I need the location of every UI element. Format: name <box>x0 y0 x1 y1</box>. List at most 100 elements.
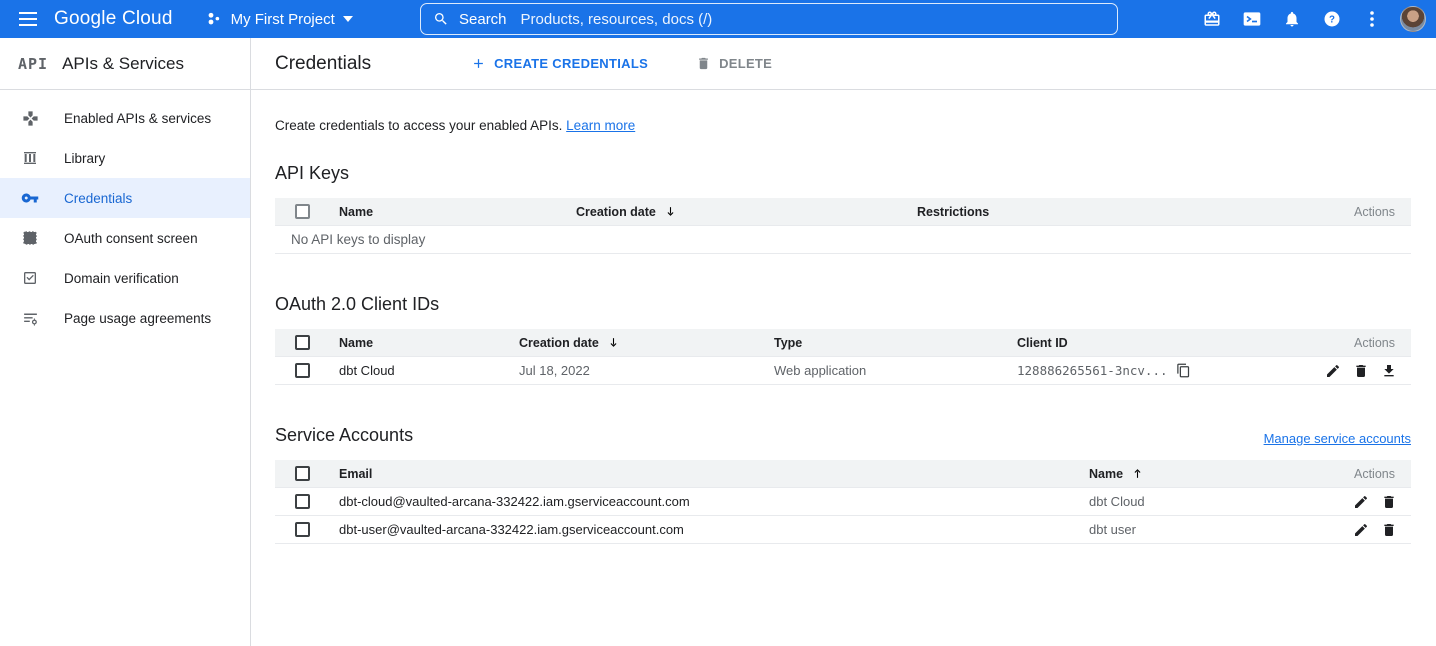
service-account-email[interactable]: dbt-cloud@vaulted-arcana-332422.iam.gser… <box>339 494 1089 509</box>
column-header-name[interactable]: Name <box>339 336 519 350</box>
row-checkbox[interactable] <box>295 522 310 537</box>
edit-icon[interactable] <box>1353 522 1369 538</box>
sidebar-item-label: Page usage agreements <box>64 311 211 326</box>
list-settings-icon <box>20 308 40 328</box>
page-header: Credentials CREATE CREDENTIALS DELETE <box>251 38 1436 90</box>
download-icon[interactable] <box>1381 363 1397 379</box>
svg-text:?: ? <box>1329 14 1335 25</box>
select-all-checkbox[interactable] <box>295 204 310 219</box>
oauth-client-id-cell: 128886265561-3ncv... <box>1017 363 1291 378</box>
intro-sentence: Create credentials to access your enable… <box>275 118 566 133</box>
more-options-icon[interactable] <box>1356 3 1388 35</box>
plus-icon <box>471 56 486 71</box>
api-logo-icon: API <box>18 55 48 73</box>
cloud-shell-icon[interactable] <box>1236 3 1268 35</box>
service-accounts-table: Email Name Actions dbt-cloud@vaulted-arc… <box>275 460 1411 544</box>
column-header-name[interactable]: Name <box>1089 467 1291 481</box>
search-label: Search <box>459 11 507 28</box>
check-box-icon <box>20 268 40 288</box>
chevron-down-icon <box>343 16 353 22</box>
sidebar-item-label: OAuth consent screen <box>64 231 198 246</box>
sidebar: API APIs & Services Enabled APIs & servi… <box>0 38 251 646</box>
service-account-name: dbt Cloud <box>1089 494 1291 509</box>
column-header-name[interactable]: Name <box>339 205 576 219</box>
page-title: Credentials <box>275 53 371 75</box>
copy-icon[interactable] <box>1176 363 1191 378</box>
sidebar-item-credentials[interactable]: Credentials <box>0 178 250 218</box>
row-checkbox[interactable] <box>295 363 310 378</box>
key-icon <box>20 188 40 208</box>
logo-text: Google Cloud <box>54 8 173 29</box>
sidebar-item-enabled-apis[interactable]: Enabled APIs & services <box>0 98 250 138</box>
gift-offers-icon[interactable] <box>1196 3 1228 35</box>
oauth-table: Name Creation date Type Client ID Action… <box>275 329 1411 385</box>
oauth-client-name[interactable]: dbt Cloud <box>339 363 519 378</box>
row-checkbox[interactable] <box>295 494 310 509</box>
service-account-row-actions <box>1291 522 1411 538</box>
oauth-table-row: dbt Cloud Jul 18, 2022 Web application 1… <box>275 357 1411 385</box>
delete-label: DELETE <box>719 56 772 71</box>
creation-date-label: Creation date <box>576 205 656 219</box>
column-header-restrictions[interactable]: Restrictions <box>917 205 1291 219</box>
name-label: Name <box>1089 467 1123 481</box>
google-cloud-logo[interactable]: Google Cloud <box>54 8 173 30</box>
column-header-actions: Actions <box>1291 205 1411 219</box>
search-icon <box>433 11 449 27</box>
select-all-checkbox[interactable] <box>295 335 310 350</box>
sidebar-item-label: Library <box>64 151 105 166</box>
oauth-type: Web application <box>774 363 1017 378</box>
service-account-row: dbt-user@vaulted-arcana-332422.iam.gserv… <box>275 516 1411 544</box>
api-keys-table-header: Name Creation date Restrictions Actions <box>275 198 1411 226</box>
sidebar-item-library[interactable]: Library <box>0 138 250 178</box>
sidebar-item-page-usage-agreements[interactable]: Page usage agreements <box>0 298 250 338</box>
delete-button[interactable]: DELETE <box>686 50 782 77</box>
oauth-row-actions <box>1291 363 1411 379</box>
user-avatar[interactable] <box>1400 6 1426 32</box>
sidebar-header: API APIs & Services <box>0 38 250 90</box>
service-accounts-section-title: Service Accounts <box>275 425 413 446</box>
edit-icon[interactable] <box>1325 363 1341 379</box>
search-input[interactable] <box>521 11 1105 28</box>
client-id-value: 128886265561-3ncv... <box>1017 363 1168 378</box>
create-credentials-button[interactable]: CREATE CREDENTIALS <box>461 50 658 77</box>
service-account-row-actions <box>1291 494 1411 510</box>
sort-descending-icon <box>607 336 620 349</box>
column-header-creation-date[interactable]: Creation date <box>576 205 917 219</box>
column-header-email[interactable]: Email <box>339 467 1089 481</box>
sidebar-item-label: Enabled APIs & services <box>64 111 211 126</box>
column-header-client-id[interactable]: Client ID <box>1017 336 1291 350</box>
service-account-email[interactable]: dbt-user@vaulted-arcana-332422.iam.gserv… <box>339 522 1089 537</box>
project-switcher[interactable]: My First Project <box>205 10 353 28</box>
api-keys-table: Name Creation date Restrictions Actions … <box>275 198 1411 254</box>
empty-message: No API keys to display <box>275 232 1411 247</box>
column-header-type[interactable]: Type <box>774 336 1017 350</box>
sidebar-item-domain-verification[interactable]: Domain verification <box>0 258 250 298</box>
sidebar-item-label: Credentials <box>64 191 132 206</box>
edit-icon[interactable] <box>1353 494 1369 510</box>
delete-icon[interactable] <box>1381 494 1397 510</box>
sidebar-item-oauth-consent[interactable]: OAuth consent screen <box>0 218 250 258</box>
select-all-checkbox[interactable] <box>295 466 310 481</box>
oauth-creation-date: Jul 18, 2022 <box>519 363 774 378</box>
search-bar[interactable]: Search <box>420 3 1118 35</box>
manage-service-accounts-link[interactable]: Manage service accounts <box>1264 431 1411 446</box>
delete-icon[interactable] <box>1353 363 1369 379</box>
library-columns-icon <box>20 148 40 168</box>
column-header-actions: Actions <box>1291 336 1411 350</box>
create-credentials-label: CREATE CREDENTIALS <box>494 56 648 71</box>
column-header-creation-date[interactable]: Creation date <box>519 336 774 350</box>
delete-icon[interactable] <box>1381 522 1397 538</box>
sort-ascending-icon <box>1131 467 1144 480</box>
project-name: My First Project <box>231 11 335 28</box>
api-keys-empty-row: No API keys to display <box>275 226 1411 254</box>
menu-icon[interactable] <box>8 0 48 38</box>
learn-more-link[interactable]: Learn more <box>566 118 635 133</box>
notifications-bell-icon[interactable] <box>1276 3 1308 35</box>
help-icon[interactable]: ? <box>1316 3 1348 35</box>
gamepad-icon <box>20 108 40 128</box>
column-header-actions: Actions <box>1291 467 1411 481</box>
sidebar-item-label: Domain verification <box>64 271 179 286</box>
service-accounts-table-header: Email Name Actions <box>275 460 1411 488</box>
api-keys-section-title: API Keys <box>275 163 1411 184</box>
intro-text: Create credentials to access your enable… <box>275 118 1411 133</box>
